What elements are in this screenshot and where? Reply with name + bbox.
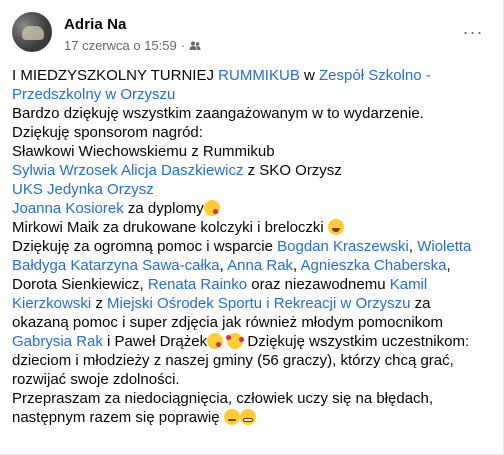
profile-link[interactable]: Renata Rainko xyxy=(148,276,247,293)
text-line: Dziękuję sponsorom nagród: xyxy=(12,124,203,141)
post-date[interactable]: 17 czerwca o 15:59 xyxy=(64,38,177,53)
profile-link[interactable]: Sylwia Wrzosek xyxy=(12,162,118,179)
text-segment: z SKO Orzysz xyxy=(243,162,342,179)
profile-link[interactable]: Alicja Daszkiewicz xyxy=(121,162,244,179)
text-line: Bardzo dziękuję wszystkim zaangażowanym … xyxy=(12,105,424,122)
more-options-button[interactable]: ··· xyxy=(455,20,491,44)
text-line: UKS Jedynka Orzysz xyxy=(12,180,484,199)
text-segment: I MIEDZYSZKOLNY TURNIEJ xyxy=(12,67,219,84)
page-link[interactable]: Miejski Ośrodek Sportu i Rekreacji w Orz… xyxy=(107,295,410,312)
kissing-heart-emoji xyxy=(203,200,220,216)
text-segment: i Paweł Drążek xyxy=(102,333,208,350)
author-name[interactable]: Adria Na xyxy=(64,16,127,33)
wink-emoji xyxy=(223,409,240,425)
profile-link[interactable]: Joanna Kosiorek xyxy=(12,200,124,217)
profile-link[interactable]: Bogdan Kraszewski xyxy=(277,238,409,255)
page-link[interactable]: UKS Jedynka Orzysz xyxy=(12,181,154,198)
text-segment: Dziękuję za ogromną pomoc i wsparcie xyxy=(12,238,278,255)
text-line: Sławkowi Wiechowskiemu z Rummikub xyxy=(12,143,275,160)
meta-separator: · xyxy=(180,38,186,53)
text-segment: Przepraszam za niedociągnięcia, człowiek… xyxy=(12,390,434,426)
text-paragraph: Dziękuję za ogromną pomoc i wsparcie Bog… xyxy=(12,237,484,389)
friends-icon[interactable] xyxy=(189,40,201,52)
text-segment: oraz niezawodnemu xyxy=(247,276,390,293)
post-meta: 17 czerwca o 15:59 · xyxy=(64,38,201,53)
text-segment: , xyxy=(293,257,301,274)
hashtag-link[interactable]: RUMMIKUB xyxy=(218,67,300,84)
kissing-heart-emoji xyxy=(207,333,224,349)
post-header: Adria Na 17 czerwca o 15:59 · ··· xyxy=(12,12,491,56)
text-segment: , xyxy=(408,238,418,255)
profile-link[interactable]: Anna Rak xyxy=(227,257,293,274)
profile-link[interactable]: Katarzyna Sawa-całka xyxy=(70,257,219,274)
text-segment: za dyplomy xyxy=(123,200,204,217)
grinning-emoji xyxy=(327,219,344,235)
avatar-image-detail xyxy=(22,26,44,40)
facebook-post: Adria Na 17 czerwca o 15:59 · ··· I MIED… xyxy=(0,0,504,455)
text-segment: w xyxy=(299,67,319,84)
text-line: Joanna Kosiorek za dyplomy xyxy=(12,199,484,218)
avatar[interactable] xyxy=(12,12,52,52)
text-line: Przepraszam za niedociągnięcia, człowiek… xyxy=(12,389,484,427)
text-line: Mirkowi Maik za drukowane kolczyki i bre… xyxy=(12,218,484,237)
text-line: I MIEDZYSZKOLNY TURNIEJ RUMMIKUB w Zespó… xyxy=(12,66,484,104)
text-line: Sylwia Wrzosek Alicja Daszkiewicz z SKO … xyxy=(12,161,484,180)
text-segment: z xyxy=(91,295,108,312)
text-segment: Mirkowi Maik za drukowane kolczyki i bre… xyxy=(12,219,328,236)
profile-link[interactable]: Gabrysia Rak xyxy=(12,333,103,350)
post-body: I MIEDZYSZKOLNY TURNIEJ RUMMIKUB w Zespó… xyxy=(12,66,484,427)
grimace-emoji xyxy=(239,409,256,425)
smiling-hearts-emoji xyxy=(226,333,245,349)
profile-link[interactable]: Agnieszka Chaberska xyxy=(301,257,447,274)
